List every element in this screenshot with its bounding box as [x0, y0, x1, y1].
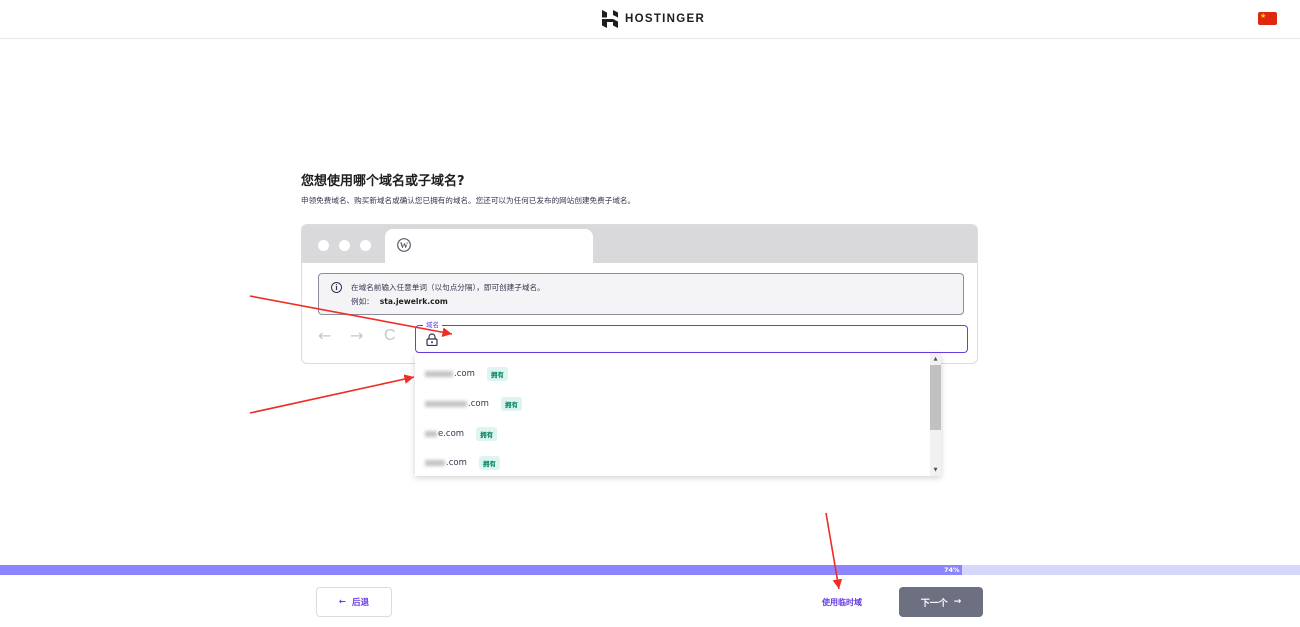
- back-arrow-icon: ←: [338, 597, 347, 607]
- info-icon: i: [331, 282, 342, 293]
- domain-field-label: 域名: [423, 320, 442, 330]
- domain-option[interactable]: e.com 拥有: [425, 426, 498, 442]
- redacted-text: [425, 431, 437, 437]
- domain-option[interactable]: .com 拥有: [425, 366, 508, 382]
- scroll-up-icon[interactable]: ▲: [930, 355, 941, 363]
- domain-option[interactable]: .com 拥有: [425, 396, 522, 412]
- window-dot-icon: [360, 240, 371, 251]
- scroll-down-icon[interactable]: ▼: [930, 466, 941, 474]
- annotation-arrow: [825, 512, 843, 590]
- progress-bar: 74%: [0, 565, 1300, 575]
- dropdown-scrollbar[interactable]: ▲ ▼: [930, 353, 941, 476]
- wordpress-icon: W: [397, 238, 411, 252]
- window-dot-icon: [318, 240, 329, 251]
- domain-input[interactable]: 域名: [415, 320, 968, 353]
- window-dot-icon: [339, 240, 350, 251]
- domain-option-suffix: e.com: [438, 429, 465, 439]
- domain-option-suffix: .com: [468, 399, 489, 409]
- back-button[interactable]: ← 后退: [316, 587, 392, 617]
- domain-option-suffix: .com: [454, 369, 475, 379]
- next-button[interactable]: 下一个 →: [899, 587, 983, 617]
- owned-badge: 拥有: [500, 397, 522, 411]
- browser-tab: W: [385, 229, 593, 263]
- example-value: sta.jewelrk.com: [379, 297, 448, 306]
- example-label: 例如：: [351, 297, 374, 306]
- hostinger-logo-icon: [602, 10, 618, 28]
- china-flag-icon[interactable]: ★: [1258, 12, 1277, 25]
- back-arrow-icon: ←: [318, 326, 332, 345]
- scroll-thumb[interactable]: [930, 365, 941, 430]
- domain-suggestions-dropdown: .com 拥有 .com 拥有 e.com 拥有 .com 拥有 ▲ ▼: [415, 353, 941, 476]
- redacted-text: [425, 460, 445, 466]
- back-button-label: 后退: [352, 598, 370, 608]
- info-example: 例如： sta.jewelrk.com: [351, 296, 448, 307]
- svg-text:W: W: [400, 240, 409, 250]
- reload-icon: C: [384, 327, 396, 344]
- browser-tab-bar: W: [302, 225, 977, 263]
- next-button-label: 下一个: [920, 598, 948, 609]
- brand-name: HOSTINGER: [625, 13, 706, 25]
- next-arrow-icon: →: [953, 597, 962, 607]
- forward-arrow-icon: →: [350, 326, 364, 345]
- owned-badge: 拥有: [476, 427, 498, 441]
- progress-fill: [0, 565, 962, 575]
- domain-option-suffix: .com: [446, 458, 467, 468]
- top-header: HOSTINGER ★: [0, 0, 1300, 39]
- redacted-text: [425, 401, 467, 407]
- page-title: 您想使用哪个域名或子域名?: [301, 174, 465, 189]
- hostinger-logo[interactable]: HOSTINGER: [601, 9, 705, 29]
- page-subtitle: 申领免费域名、购买新域名或确认您已拥有的域名。您还可以为任何已发布的网站创建免费…: [301, 196, 636, 205]
- info-text: 在域名前输入任意单词（以句点分隔），即可创建子域名。: [351, 283, 545, 292]
- subdomain-info-box: i 在域名前输入任意单词（以句点分隔），即可创建子域名。 例如： sta.jewe…: [318, 273, 964, 315]
- redacted-text: [425, 371, 453, 377]
- use-temporary-domain-link[interactable]: 使用临时域: [822, 597, 862, 608]
- owned-badge: 拥有: [478, 456, 500, 470]
- domain-option[interactable]: .com 拥有: [425, 455, 500, 471]
- lock-icon: [426, 333, 438, 346]
- owned-badge: 拥有: [486, 367, 508, 381]
- flag-star-icon: ★: [1260, 12, 1267, 20]
- annotation-arrow: [249, 374, 415, 414]
- progress-label: 74%: [944, 566, 960, 574]
